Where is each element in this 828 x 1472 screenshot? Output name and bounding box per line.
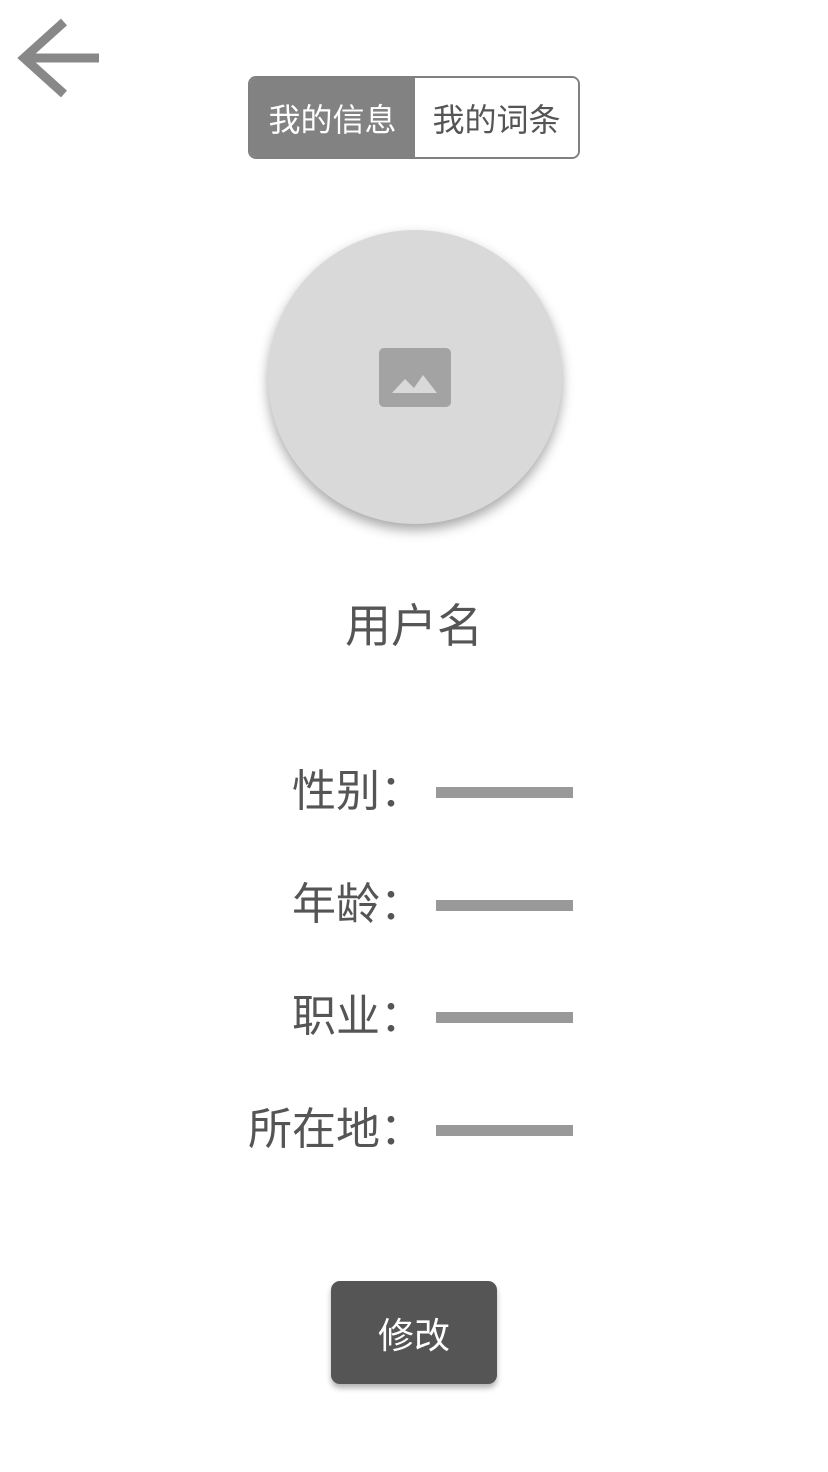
location-label: 所在地： [248,1104,424,1155]
location-value [436,1125,573,1136]
age-value [436,900,573,911]
tab-my-entries[interactable]: 我的词条 [415,78,578,157]
info-row-occupation: 职业： [200,987,600,1047]
edit-button[interactable]: 修改 [331,1281,497,1384]
info-row-gender: 性别： [200,762,600,822]
gender-value [436,787,573,798]
image-placeholder-icon [379,347,451,407]
occupation-value [436,1012,573,1023]
tab-switcher: 我的信息 我的词条 [248,76,580,159]
occupation-label: 职业： [292,991,424,1042]
back-button[interactable] [14,14,106,104]
arrow-left-icon [17,18,99,98]
info-row-age: 年龄： [200,875,600,935]
username: 用户名 [345,599,483,653]
age-label: 年龄： [292,879,424,930]
info-row-location: 所在地： [200,1100,600,1160]
avatar[interactable] [268,230,562,524]
gender-label: 性别： [292,766,424,817]
tab-my-info[interactable]: 我的信息 [250,78,415,157]
